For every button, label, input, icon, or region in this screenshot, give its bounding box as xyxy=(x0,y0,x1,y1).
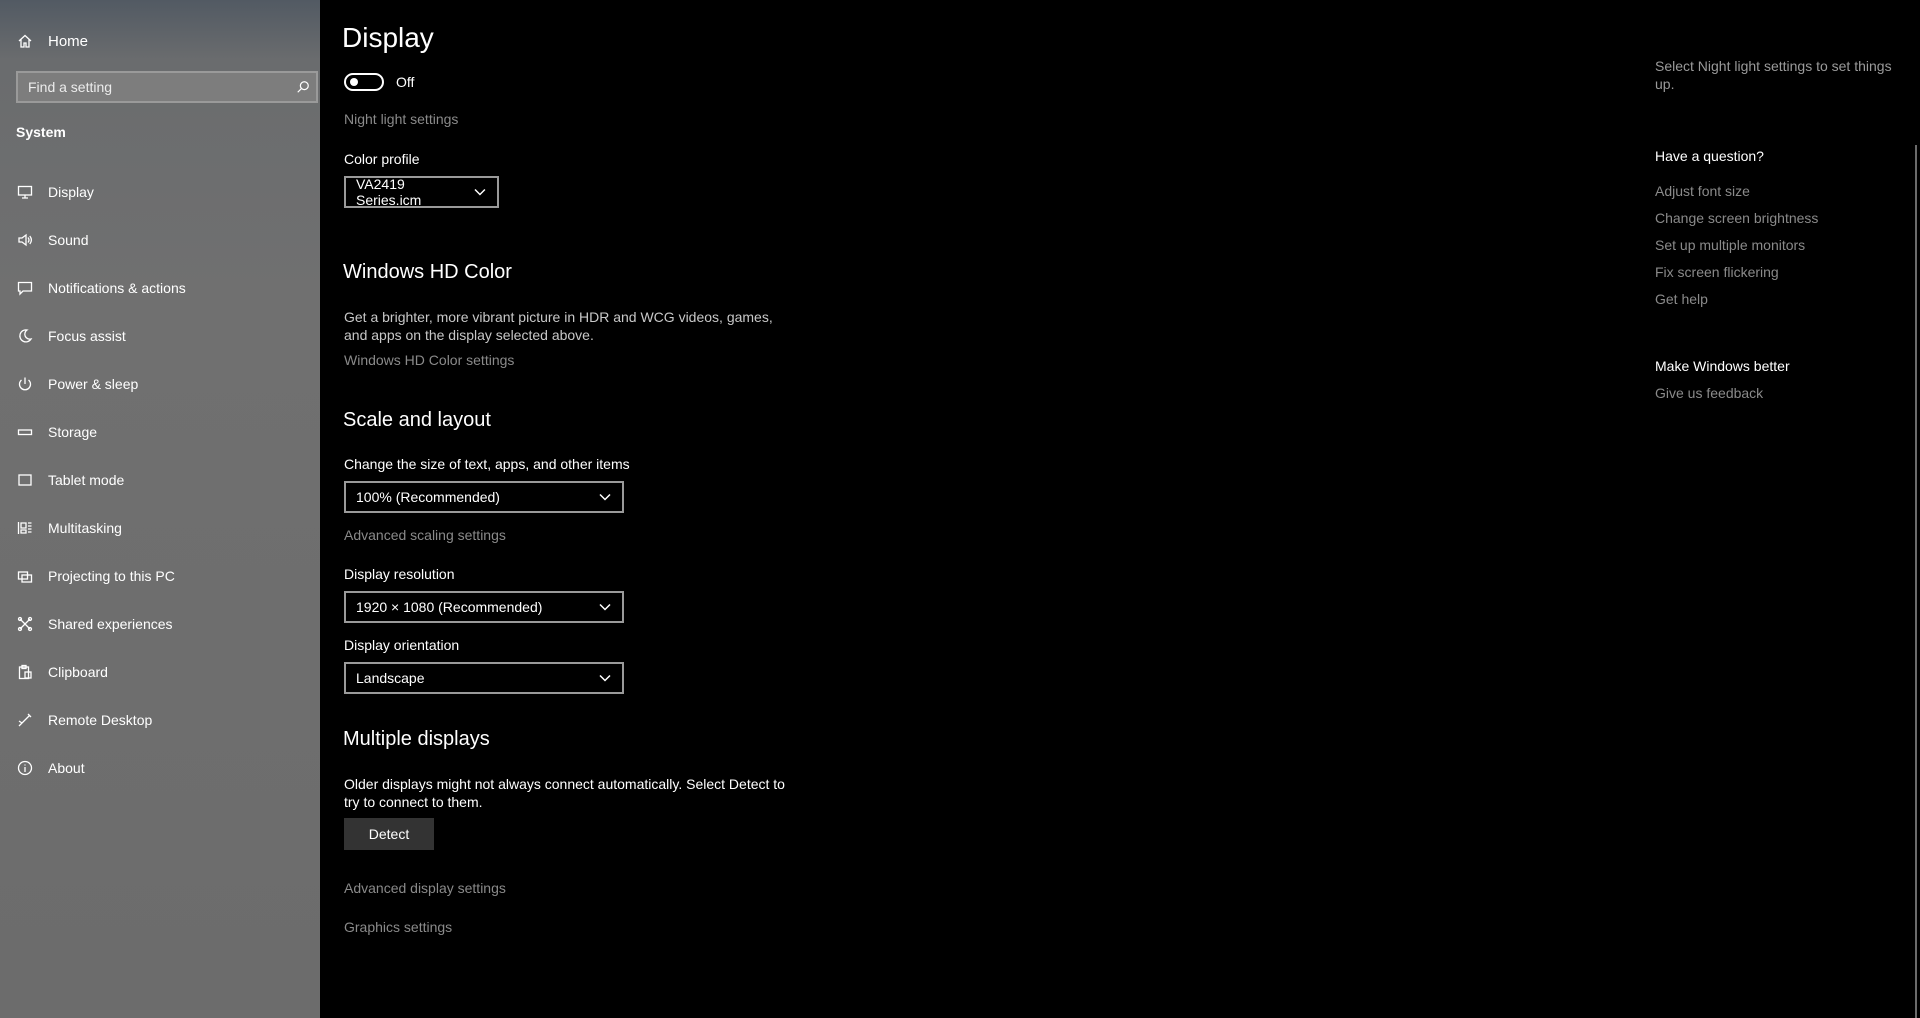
scale-layout-heading: Scale and layout xyxy=(343,409,491,431)
home-nav-item[interactable]: Home xyxy=(16,28,88,54)
remote-desktop-icon xyxy=(16,711,34,729)
resolution-label: Display resolution xyxy=(344,566,455,582)
sidebar-item-label: Multitasking xyxy=(48,520,122,536)
main-content: Display Off Night light settings Color p… xyxy=(320,0,1600,1018)
sidebar-item-label: Shared experiences xyxy=(48,616,173,632)
sidebar-item-clipboard[interactable]: Clipboard xyxy=(0,648,320,696)
sidebar-item-sound[interactable]: Sound xyxy=(0,216,320,264)
multiple-displays-description-line: Older displays might not always connect … xyxy=(344,776,785,792)
give-feedback-link[interactable]: Give us feedback xyxy=(1655,385,1763,401)
sidebar-item-label: Projecting to this PC xyxy=(48,568,175,584)
night-light-hint-line: Select Night light settings to set thing… xyxy=(1655,58,1892,74)
projector-icon xyxy=(16,567,34,585)
night-light-toggle[interactable] xyxy=(344,73,384,91)
sidebar-item-label: About xyxy=(48,760,85,776)
sidebar-item-label: Clipboard xyxy=(48,664,108,680)
moon-icon xyxy=(16,327,34,345)
tablet-icon xyxy=(16,471,34,489)
color-profile-label: Color profile xyxy=(344,151,420,167)
hd-color-settings-link[interactable]: Windows HD Color settings xyxy=(344,352,514,368)
info-icon xyxy=(16,759,34,777)
help-link-adjust-font-size[interactable]: Adjust font size xyxy=(1655,183,1750,199)
shared-icon xyxy=(16,615,34,633)
sidebar: Home System Display Sound Notifications … xyxy=(0,0,320,1018)
color-profile-value: VA2419 Series.icm xyxy=(356,176,422,208)
clipboard-icon xyxy=(16,663,34,681)
chevron-down-icon xyxy=(474,188,486,196)
monitor-icon xyxy=(16,183,34,201)
orientation-dropdown[interactable]: Landscape xyxy=(344,662,624,694)
multiple-displays-description-line: try to connect to them. xyxy=(344,794,483,810)
night-light-settings-link[interactable]: Night light settings xyxy=(344,111,458,127)
night-light-toggle-state: Off xyxy=(396,74,415,90)
question-heading: Have a question? xyxy=(1655,148,1764,164)
storage-icon xyxy=(16,423,34,441)
sidebar-item-notifications[interactable]: Notifications & actions xyxy=(0,264,320,312)
sidebar-item-power-sleep[interactable]: Power & sleep xyxy=(0,360,320,408)
sidebar-item-label: Focus assist xyxy=(48,328,126,344)
section-title: System xyxy=(16,124,66,140)
resolution-value: 1920 × 1080 (Recommended) xyxy=(356,599,543,615)
night-light-hint-line: up. xyxy=(1655,76,1675,92)
sidebar-item-storage[interactable]: Storage xyxy=(0,408,320,456)
chevron-down-icon xyxy=(599,493,611,501)
help-link-change-brightness[interactable]: Change screen brightness xyxy=(1655,210,1818,226)
color-profile-dropdown[interactable]: VA2419 Series.icm xyxy=(344,176,499,208)
message-icon xyxy=(16,279,34,297)
power-icon xyxy=(16,375,34,393)
hd-color-description-line: Get a brighter, more vibrant picture in … xyxy=(344,309,773,325)
hd-color-description-line: and apps on the display selected above. xyxy=(344,327,594,343)
sidebar-item-about[interactable]: About xyxy=(0,744,320,792)
sidebar-item-label: Power & sleep xyxy=(48,376,139,392)
search-icon[interactable] xyxy=(290,80,316,94)
multiple-displays-description: Older displays might not always connect … xyxy=(344,775,785,811)
advanced-display-settings-link[interactable]: Advanced display settings xyxy=(344,880,506,896)
scale-label: Change the size of text, apps, and other… xyxy=(344,456,630,472)
detect-button[interactable]: Detect xyxy=(344,818,434,850)
sidebar-item-projecting[interactable]: Projecting to this PC xyxy=(0,552,320,600)
graphics-settings-link[interactable]: Graphics settings xyxy=(344,919,452,935)
page-title: Display xyxy=(342,22,434,53)
hd-color-heading: Windows HD Color xyxy=(343,261,512,283)
search-input[interactable] xyxy=(18,79,290,95)
sidebar-item-multitasking[interactable]: Multitasking xyxy=(0,504,320,552)
related-settings-panel: Select Night light settings to set thing… xyxy=(1655,0,1920,1018)
search-box[interactable] xyxy=(16,71,318,103)
home-label: Home xyxy=(48,32,89,50)
orientation-value: Landscape xyxy=(356,670,425,686)
sidebar-item-label: Storage xyxy=(48,424,98,440)
sidebar-item-shared-experiences[interactable]: Shared experiences xyxy=(0,600,320,648)
sidebar-item-label: Tablet mode xyxy=(48,472,125,488)
sidebar-item-label: Display xyxy=(48,184,94,200)
sidebar-item-label: Remote Desktop xyxy=(48,712,153,728)
help-link-multiple-monitors[interactable]: Set up multiple monitors xyxy=(1655,237,1805,253)
home-icon xyxy=(16,32,34,50)
sidebar-item-display[interactable]: Display xyxy=(0,168,320,216)
scale-value: 100% (Recommended) xyxy=(356,489,500,505)
sidebar-nav: Display Sound Notifications & actions Fo… xyxy=(0,168,320,792)
help-link-fix-flickering[interactable]: Fix screen flickering xyxy=(1655,264,1779,280)
multiple-displays-heading: Multiple displays xyxy=(343,728,490,750)
sidebar-item-tablet-mode[interactable]: Tablet mode xyxy=(0,456,320,504)
sidebar-item-focus-assist[interactable]: Focus assist xyxy=(0,312,320,360)
night-light-toggle-row: Off xyxy=(344,73,414,91)
feedback-heading: Make Windows better xyxy=(1655,358,1790,374)
multitasking-icon xyxy=(16,519,34,537)
speaker-icon xyxy=(16,231,34,249)
chevron-down-icon xyxy=(599,603,611,611)
sidebar-item-remote-desktop[interactable]: Remote Desktop xyxy=(0,696,320,744)
sidebar-item-label: Sound xyxy=(48,232,89,248)
resolution-dropdown[interactable]: 1920 × 1080 (Recommended) xyxy=(344,591,624,623)
hd-color-description: Get a brighter, more vibrant picture in … xyxy=(344,308,773,344)
sidebar-item-label: Notifications & actions xyxy=(48,280,186,296)
night-light-hint: Select Night light settings to set thing… xyxy=(1655,57,1905,93)
scale-dropdown[interactable]: 100% (Recommended) xyxy=(344,481,624,513)
advanced-scaling-link[interactable]: Advanced scaling settings xyxy=(344,527,506,543)
help-link-get-help[interactable]: Get help xyxy=(1655,291,1708,307)
chevron-down-icon xyxy=(599,674,611,682)
orientation-label: Display orientation xyxy=(344,637,460,653)
scrollbar[interactable] xyxy=(1915,145,1917,1018)
